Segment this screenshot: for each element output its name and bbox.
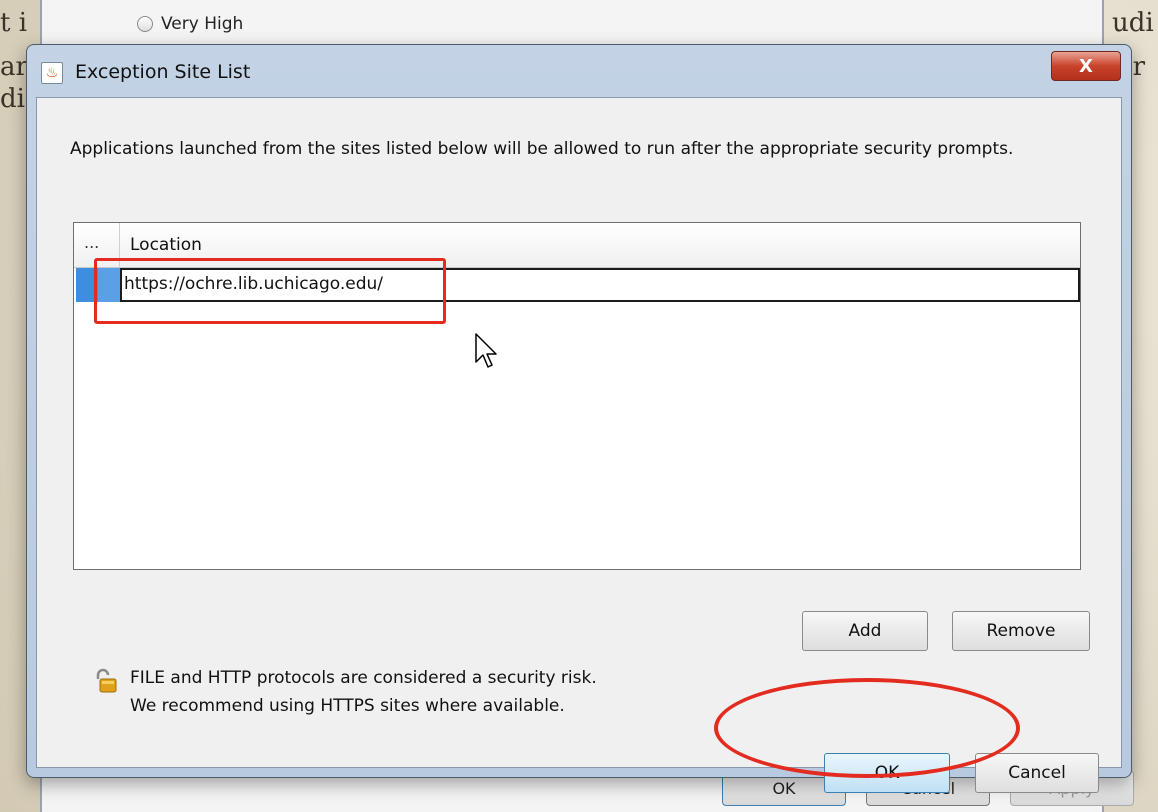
exception-site-list-dialog: ♨ Exception Site List X Applications lau… [26,44,1132,793]
radio-label: Very High [161,14,244,34]
close-icon: X [1079,55,1093,77]
dialog-content: Applications launched from the sites lis… [36,97,1122,793]
java-icon: ♨ [41,62,63,84]
annotation-highlight-rectangle [94,258,446,324]
radio-very-high[interactable]: Very High [137,14,243,34]
dialog-title: Exception Site List [75,61,251,83]
annotation-highlight-ellipse [714,678,1020,778]
cancel-button[interactable]: Cancel [975,753,1099,793]
security-warning: FILE and HTTP protocols are considered a… [130,664,597,720]
title-bar[interactable]: ♨ Exception Site List X [27,45,1131,97]
background-text-fragment: t i [0,8,28,38]
remove-button[interactable]: Remove [952,611,1090,651]
mouse-pointer-icon [475,333,497,368]
close-button[interactable]: X [1051,51,1121,81]
warning-line: We recommend using HTTPS sites where ava… [130,696,565,716]
unlocked-padlock-icon [96,668,117,693]
background-text-fragment: ar [0,52,28,82]
warning-line: FILE and HTTP protocols are considered a… [130,668,597,688]
background-text-fragment: di [0,84,25,114]
add-button[interactable]: Add [802,611,928,651]
background-text-fragment: udi [1112,8,1154,38]
description-text: Applications launched from the sites lis… [70,139,1014,159]
radio-button-icon[interactable] [137,16,153,32]
